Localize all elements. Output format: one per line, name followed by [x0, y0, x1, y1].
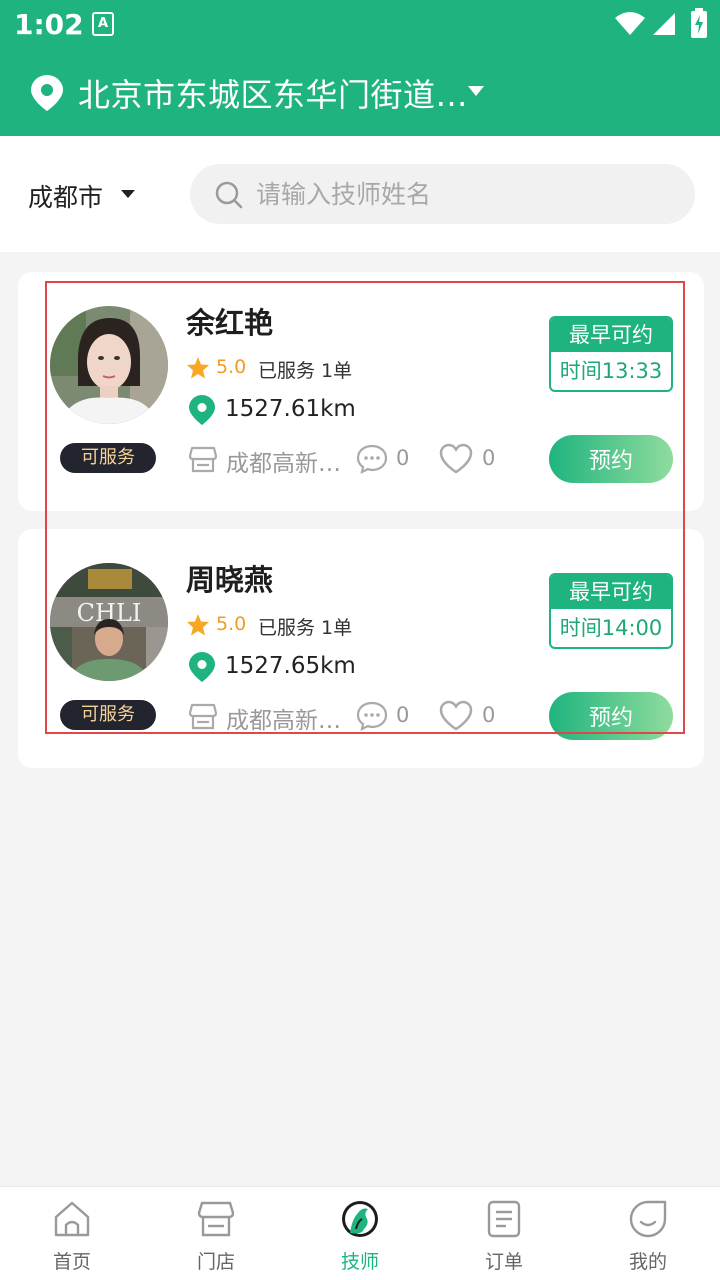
- avatar[interactable]: [50, 306, 168, 424]
- top-bar: 1:02 A 北京市东城区东华门街道…: [0, 0, 720, 136]
- tab-label: 门店: [196, 1251, 235, 1273]
- comment-count: 0: [396, 446, 410, 470]
- book-button[interactable]: 预约: [549, 435, 673, 483]
- wifi-icon: [615, 12, 645, 35]
- technician-card[interactable]: 可服务 余红艳 5.0 已服务 1单 1527.61km 成都高新… 0 0 最…: [18, 272, 704, 511]
- distance: 1527.65km: [225, 653, 356, 679]
- earliest-time: 时间14:00: [559, 616, 663, 640]
- location-pin-icon: [189, 652, 215, 682]
- tab-label: 我的: [628, 1251, 667, 1273]
- store-icon: [188, 703, 218, 730]
- location-pin-icon: [189, 395, 215, 425]
- star-icon: [187, 357, 209, 379]
- profile-icon: [629, 1200, 667, 1238]
- rating-value: 5.0: [216, 613, 247, 635]
- store-icon: [197, 1201, 235, 1237]
- city-selector[interactable]: 成都市: [28, 178, 103, 214]
- tab-orders[interactable]: 订单: [432, 1187, 576, 1280]
- comment-count: 0: [396, 703, 410, 727]
- store-name[interactable]: 成都高新…: [226, 444, 344, 478]
- status-bar: 1:02 A: [0, 0, 720, 50]
- location-dropdown-icon[interactable]: [468, 86, 484, 96]
- like-count: 0: [482, 446, 496, 470]
- store-icon: [188, 446, 218, 473]
- status-badge: 可服务: [60, 700, 156, 730]
- avatar[interactable]: CHLI: [50, 563, 168, 681]
- earliest-available-box: 最早可约 时间13:33: [549, 316, 673, 392]
- tab-label: 首页: [52, 1251, 91, 1273]
- star-icon: [187, 614, 209, 636]
- tab-technician[interactable]: 技师: [288, 1187, 432, 1280]
- served-count: 已服务 1单: [258, 617, 353, 639]
- earliest-available-box: 最早可约 时间14:00: [549, 573, 673, 649]
- home-icon: [54, 1201, 90, 1237]
- tab-home[interactable]: 首页: [0, 1187, 144, 1280]
- a-icon: A: [92, 12, 114, 36]
- signal-icon: [653, 13, 675, 35]
- book-button[interactable]: 预约: [549, 692, 673, 740]
- earliest-label: 最早可约: [551, 575, 671, 609]
- order-icon: [487, 1200, 521, 1238]
- heart-icon[interactable]: [438, 443, 474, 475]
- search-icon: [215, 181, 243, 209]
- technician-icon: [342, 1201, 378, 1237]
- like-count: 0: [482, 703, 496, 727]
- served-count: 已服务 1单: [258, 360, 353, 382]
- filter-bar: 成都市: [0, 136, 720, 252]
- status-time: 1:02: [14, 8, 84, 41]
- search-box[interactable]: [190, 164, 695, 224]
- tab-label: 订单: [484, 1251, 523, 1273]
- current-location[interactable]: 北京市东城区东华门街道…: [78, 70, 468, 116]
- comment-icon[interactable]: [356, 444, 388, 474]
- status-badge: 可服务: [60, 443, 156, 473]
- comment-icon[interactable]: [356, 701, 388, 731]
- earliest-time: 时间13:33: [559, 359, 663, 383]
- search-input[interactable]: [256, 164, 676, 224]
- tab-store[interactable]: 门店: [144, 1187, 288, 1280]
- heart-icon[interactable]: [438, 700, 474, 732]
- city-dropdown-icon[interactable]: [121, 190, 135, 198]
- rating-value: 5.0: [216, 356, 247, 378]
- battery-charging-icon: [691, 8, 707, 38]
- distance: 1527.61km: [225, 396, 356, 422]
- technician-name: 余红艳: [186, 306, 274, 340]
- tab-profile[interactable]: 我的: [576, 1187, 720, 1280]
- tab-label: 技师: [340, 1251, 379, 1273]
- location-pin-icon: [31, 75, 63, 111]
- technician-name: 周晓燕: [186, 563, 274, 597]
- bottom-tab-bar: 首页 门店 技师 订单 我的: [0, 1186, 720, 1280]
- technician-card[interactable]: CHLI 可服务 周晓燕 5.0 已服务 1单 1527.65km 成都高新… …: [18, 529, 704, 768]
- store-name[interactable]: 成都高新…: [226, 701, 344, 735]
- earliest-label: 最早可约: [551, 318, 671, 352]
